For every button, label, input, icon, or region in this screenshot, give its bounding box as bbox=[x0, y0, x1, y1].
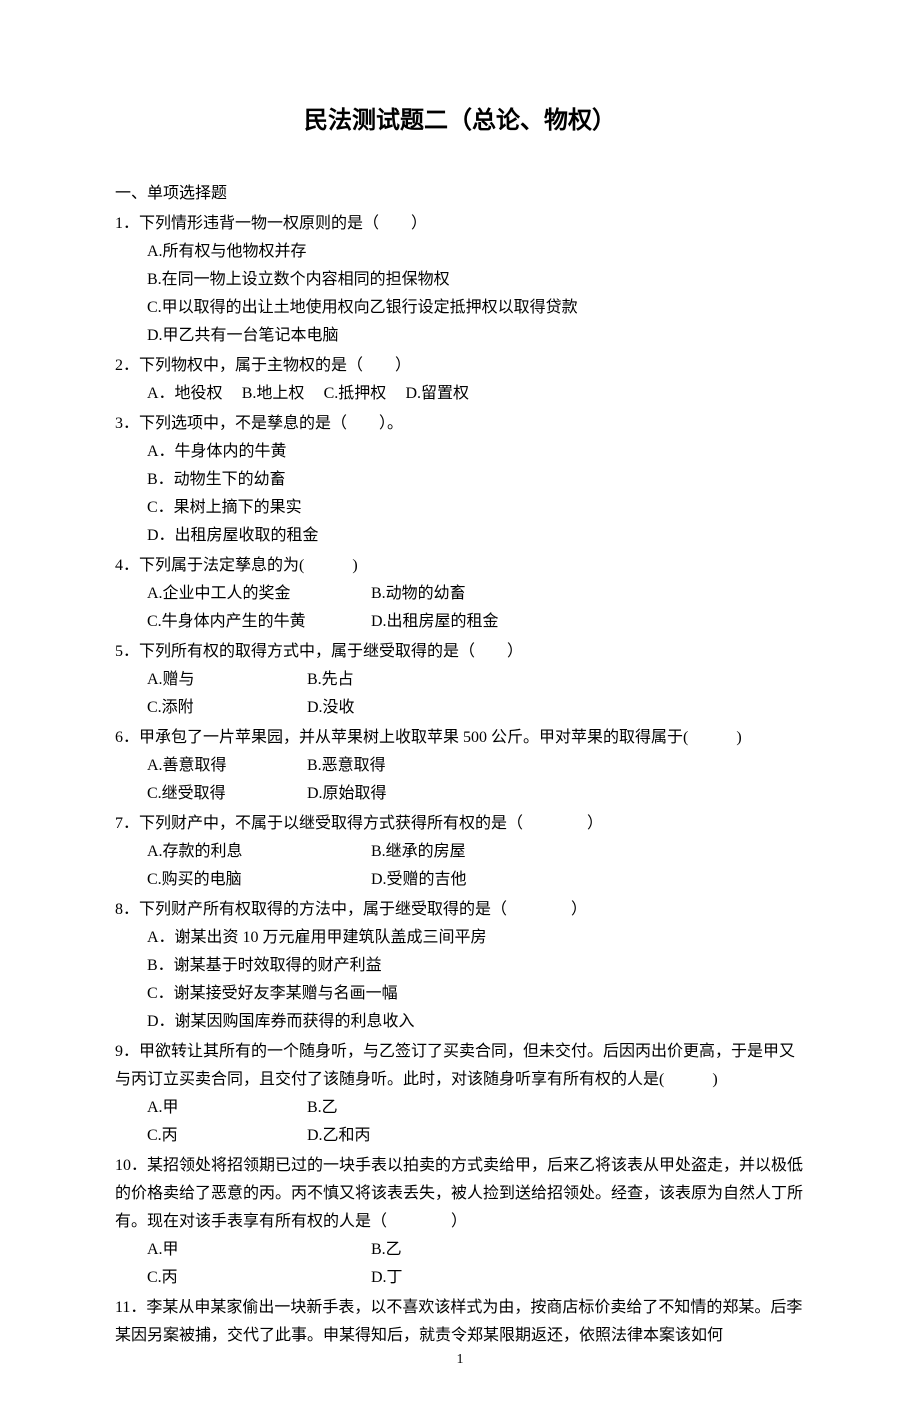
question-options: A.存款的利息B.继承的房屋C.购买的电脑D.受赠的吉他 bbox=[115, 838, 805, 894]
option: A.赠与 bbox=[147, 666, 307, 694]
option: A.善意取得 bbox=[147, 752, 307, 780]
question: 6．甲承包了一片苹果园，并从苹果树上收取苹果 500 公斤。甲对苹果的取得属于(… bbox=[115, 724, 805, 808]
question-options: A．牛身体内的牛黄B．动物生下的幼畜C．果树上摘下的果实D．出租房屋收取的租金 bbox=[115, 438, 805, 550]
option: C.抵押权 bbox=[324, 380, 387, 408]
question-stem: 7．下列财产中，不属于以继受取得方式获得所有权的是（ ） bbox=[115, 810, 805, 838]
option: C.添附 bbox=[147, 694, 307, 722]
option: D.丁 bbox=[371, 1264, 403, 1292]
question-stem: 4．下列属于法定孳息的为( ) bbox=[115, 552, 805, 580]
question-stem: 5．下列所有权的取得方式中，属于继受取得的是（ ） bbox=[115, 638, 805, 666]
question: 5．下列所有权的取得方式中，属于继受取得的是（ ）A.赠与B.先占C.添附D.没… bbox=[115, 638, 805, 722]
option: C．果树上摘下的果实 bbox=[147, 494, 805, 522]
question: 3．下列选项中，不是孳息的是（ ）。A．牛身体内的牛黄B．动物生下的幼畜C．果树… bbox=[115, 410, 805, 550]
option: D.没收 bbox=[307, 694, 355, 722]
question-options: A.甲B.乙C.丙D.丁 bbox=[115, 1236, 805, 1292]
question: 4．下列属于法定孳息的为( )A.企业中工人的奖金B.动物的幼畜C.牛身体内产生… bbox=[115, 552, 805, 636]
option: B.先占 bbox=[307, 666, 354, 694]
question-stem: 3．下列选项中，不是孳息的是（ ）。 bbox=[115, 410, 805, 438]
question-list: 1．下列情形违背一物一权原则的是（ ）A.所有权与他物权并存B.在同一物上设立数… bbox=[115, 210, 805, 1350]
question-options: A.企业中工人的奖金B.动物的幼畜C.牛身体内产生的牛黄D.出租房屋的租金 bbox=[115, 580, 805, 636]
option: C.购买的电脑 bbox=[147, 866, 371, 894]
option: B．谢某基于时效取得的财产利益 bbox=[147, 952, 805, 980]
option: C.甲以取得的出让土地使用权向乙银行设定抵押权以取得贷款 bbox=[147, 294, 805, 322]
section-heading: 一、单项选择题 bbox=[115, 180, 805, 208]
option: C．谢某接受好友李某赠与名画一幅 bbox=[147, 980, 805, 1008]
question-stem: 9．甲欲转让其所有的一个随身听，与乙签订了买卖合同，但未交付。后因丙出价更高，于… bbox=[115, 1038, 805, 1094]
option: D.出租房屋的租金 bbox=[371, 608, 499, 636]
option: B.地上权 bbox=[242, 380, 305, 408]
question-stem: 8．下列财产所有权取得的方法中，属于继受取得的是（ ） bbox=[115, 896, 805, 924]
option: A.甲 bbox=[147, 1094, 307, 1122]
option: D．谢某因购国库券而获得的利息收入 bbox=[147, 1008, 805, 1036]
question-options: A．谢某出资 10 万元雇用甲建筑队盖成三间平房B．谢某基于时效取得的财产利益C… bbox=[115, 924, 805, 1036]
option: B.在同一物上设立数个内容相同的担保物权 bbox=[147, 266, 805, 294]
question: 8．下列财产所有权取得的方法中，属于继受取得的是（ ）A．谢某出资 10 万元雇… bbox=[115, 896, 805, 1036]
question-stem: 11．李某从申某家偷出一块新手表，以不喜欢该样式为由，按商店标价卖给了不知情的郑… bbox=[115, 1294, 805, 1350]
question: 10．某招领处将招领期已过的一块手表以拍卖的方式卖给甲，后来乙将该表从甲处盗走，… bbox=[115, 1152, 805, 1292]
question: 9．甲欲转让其所有的一个随身听，与乙签订了买卖合同，但未交付。后因丙出价更高，于… bbox=[115, 1038, 805, 1150]
question-options: A.甲B.乙C.丙D.乙和丙 bbox=[115, 1094, 805, 1150]
option: D.原始取得 bbox=[307, 780, 387, 808]
option: B.动物的幼畜 bbox=[371, 580, 466, 608]
option: A．地役权 bbox=[147, 380, 223, 408]
document-title: 民法测试题二（总论、物权） bbox=[115, 100, 805, 142]
option: A.存款的利息 bbox=[147, 838, 371, 866]
option: D.乙和丙 bbox=[307, 1122, 371, 1150]
question-options: A．地役权 B.地上权 C.抵押权 D.留置权 bbox=[115, 380, 805, 408]
option: C.牛身体内产生的牛黄 bbox=[147, 608, 371, 636]
option: D.甲乙共有一台笔记本电脑 bbox=[147, 322, 805, 350]
option: B．动物生下的幼畜 bbox=[147, 466, 805, 494]
option: D．出租房屋收取的租金 bbox=[147, 522, 805, 550]
option: A.甲 bbox=[147, 1236, 371, 1264]
option: D.受赠的吉他 bbox=[371, 866, 467, 894]
question: 2．下列物权中，属于主物权的是（ ）A．地役权 B.地上权 C.抵押权 D.留置权 bbox=[115, 352, 805, 408]
option: B.乙 bbox=[307, 1094, 338, 1122]
option: A．牛身体内的牛黄 bbox=[147, 438, 805, 466]
question: 11．李某从申某家偷出一块新手表，以不喜欢该样式为由，按商店标价卖给了不知情的郑… bbox=[115, 1294, 805, 1350]
question-stem: 2．下列物权中，属于主物权的是（ ） bbox=[115, 352, 805, 380]
option: D.留置权 bbox=[406, 380, 470, 408]
question-stem: 6．甲承包了一片苹果园，并从苹果树上收取苹果 500 公斤。甲对苹果的取得属于(… bbox=[115, 724, 805, 752]
option: B.继承的房屋 bbox=[371, 838, 466, 866]
option: B.恶意取得 bbox=[307, 752, 386, 780]
page-number: 1 bbox=[0, 1348, 920, 1373]
option: A.企业中工人的奖金 bbox=[147, 580, 371, 608]
question: 1．下列情形违背一物一权原则的是（ ）A.所有权与他物权并存B.在同一物上设立数… bbox=[115, 210, 805, 350]
option: C.丙 bbox=[147, 1264, 371, 1292]
option: B.乙 bbox=[371, 1236, 402, 1264]
question: 7．下列财产中，不属于以继受取得方式获得所有权的是（ ）A.存款的利息B.继承的… bbox=[115, 810, 805, 894]
question-options: A.赠与B.先占C.添附D.没收 bbox=[115, 666, 805, 722]
option: C.丙 bbox=[147, 1122, 307, 1150]
question-options: A.所有权与他物权并存B.在同一物上设立数个内容相同的担保物权C.甲以取得的出让… bbox=[115, 238, 805, 350]
option: A．谢某出资 10 万元雇用甲建筑队盖成三间平房 bbox=[147, 924, 805, 952]
question-options: A.善意取得B.恶意取得C.继受取得D.原始取得 bbox=[115, 752, 805, 808]
question-stem: 10．某招领处将招领期已过的一块手表以拍卖的方式卖给甲，后来乙将该表从甲处盗走，… bbox=[115, 1152, 805, 1236]
option: C.继受取得 bbox=[147, 780, 307, 808]
question-stem: 1．下列情形违背一物一权原则的是（ ） bbox=[115, 210, 805, 238]
option: A.所有权与他物权并存 bbox=[147, 238, 805, 266]
